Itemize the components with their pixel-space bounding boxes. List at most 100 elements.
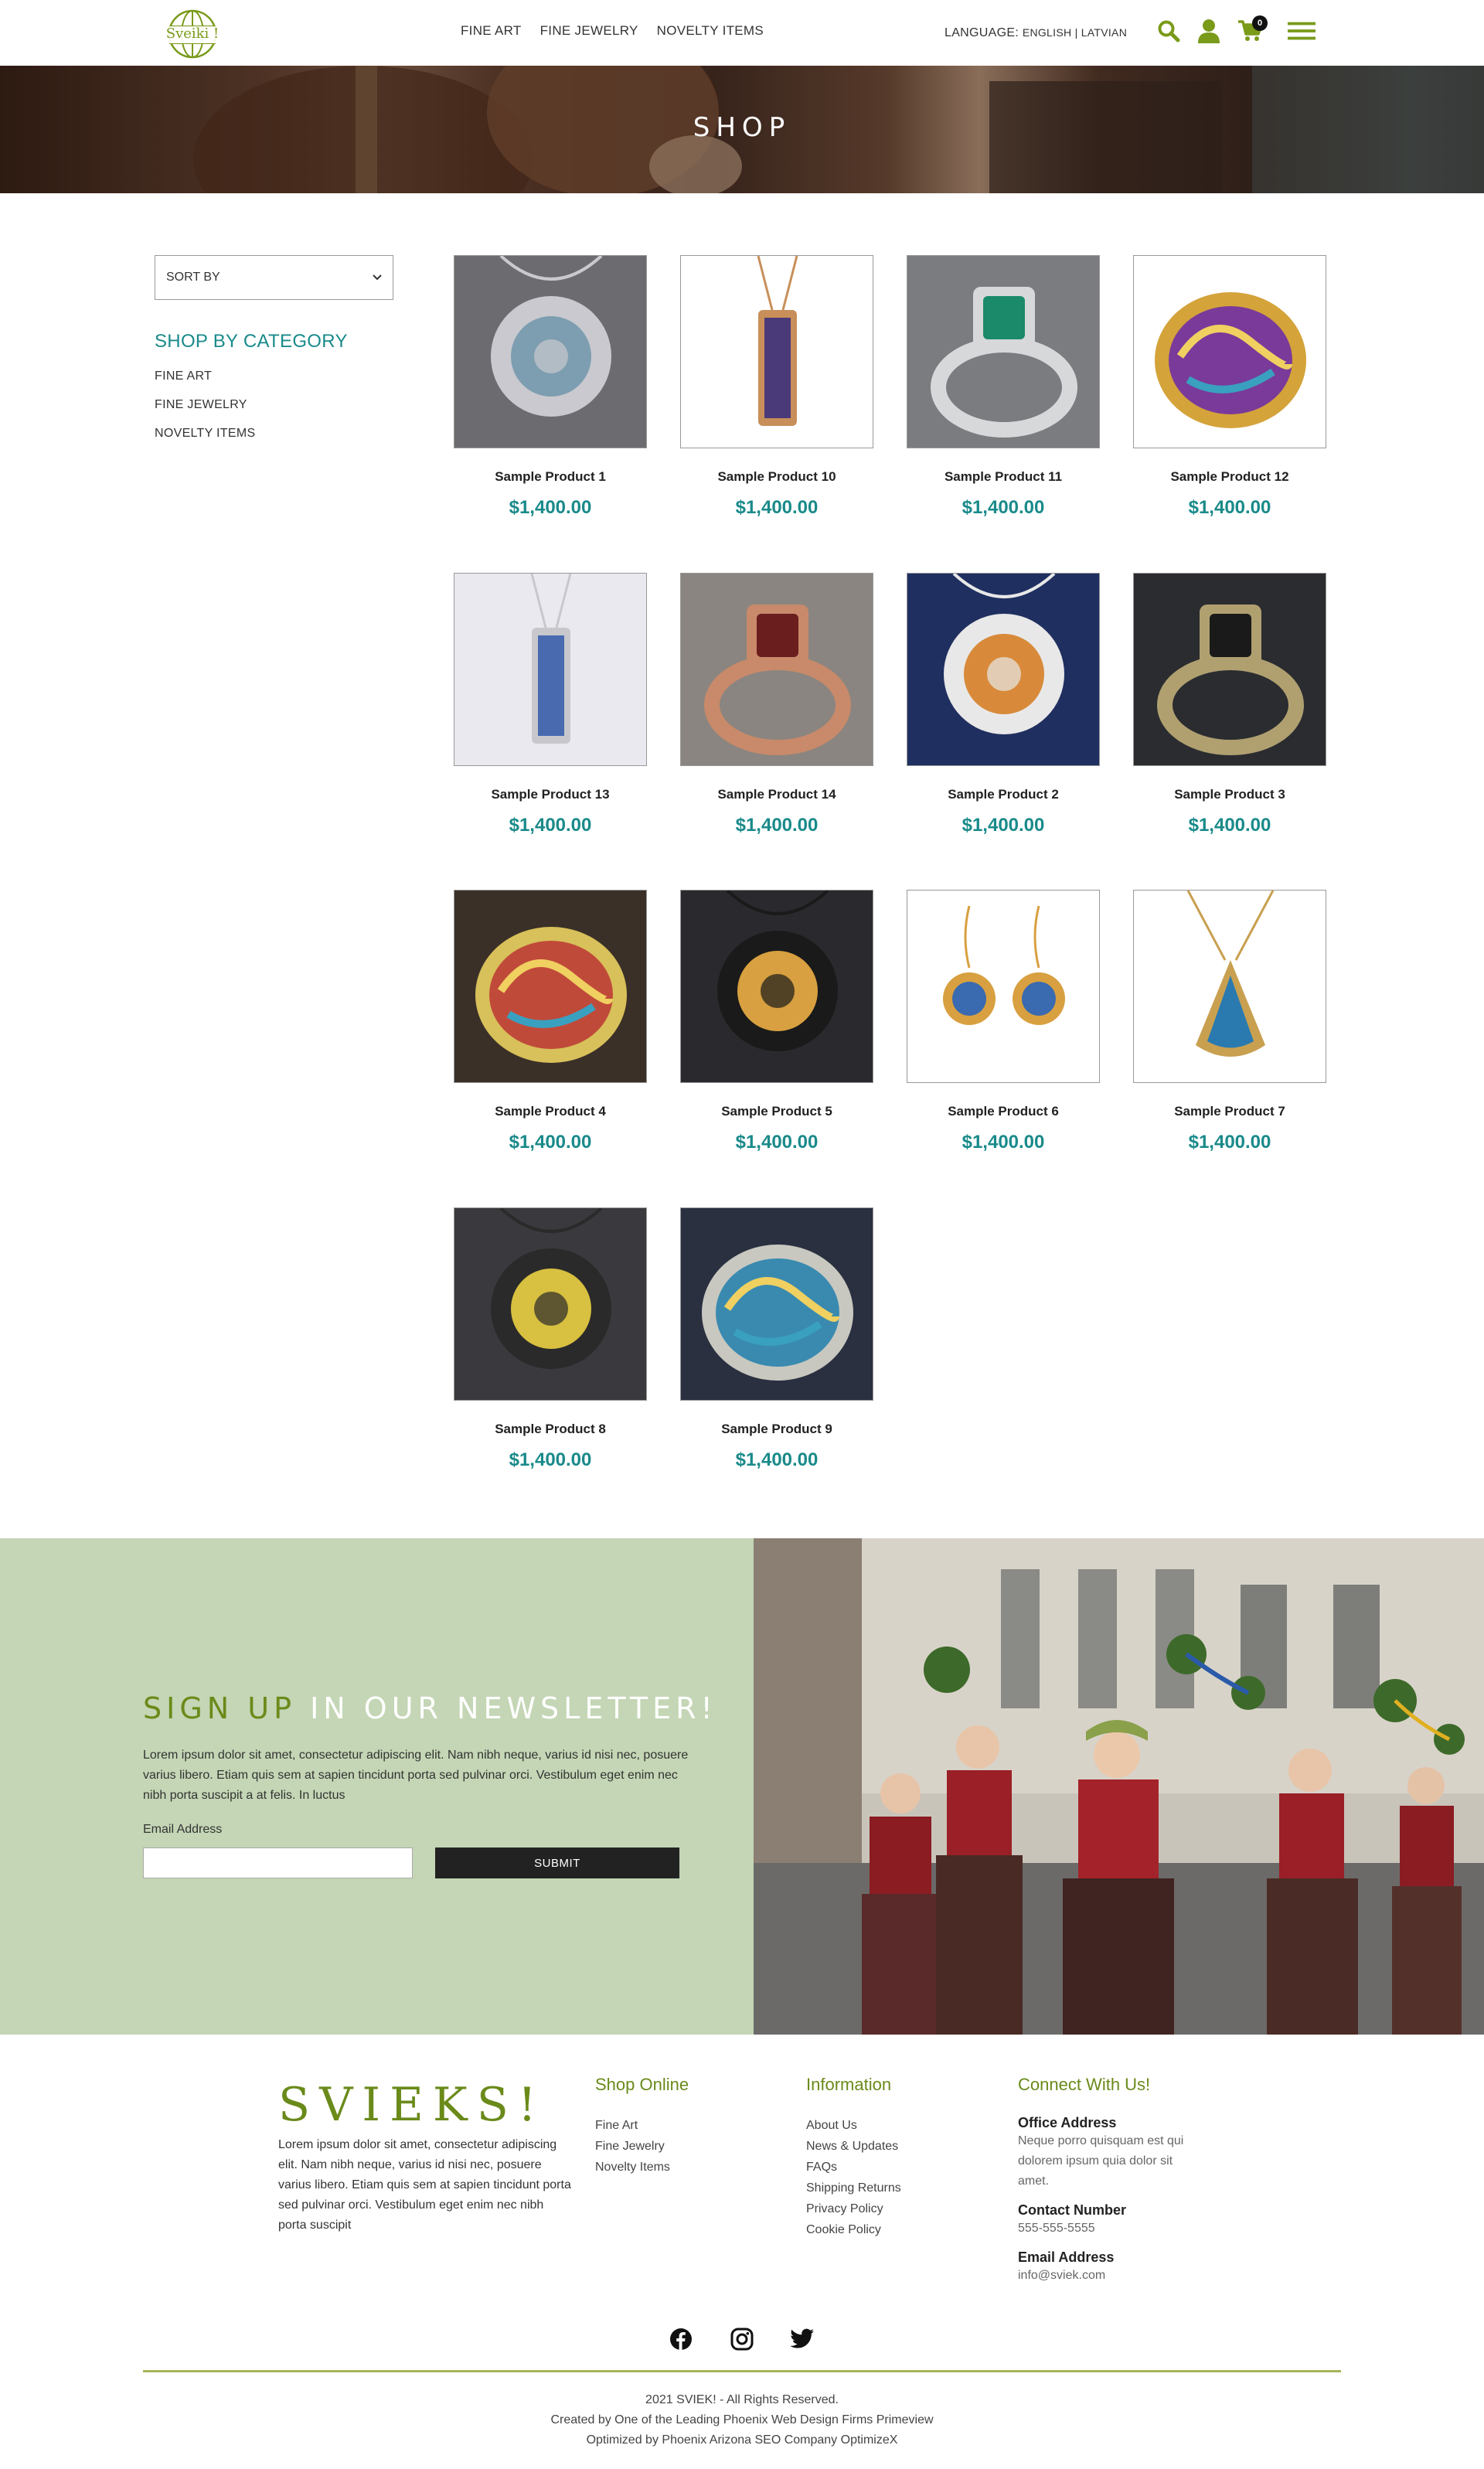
sort-by-select[interactable]: SORT BY bbox=[155, 255, 393, 300]
category-link-novelty-items[interactable]: NOVELTY ITEMS bbox=[155, 425, 255, 454]
product-image[interactable] bbox=[680, 890, 873, 1083]
product-image[interactable] bbox=[454, 255, 647, 448]
product-card[interactable]: Sample Product 7 $1,400.00 bbox=[1133, 890, 1326, 1153]
product-image[interactable] bbox=[680, 1207, 873, 1401]
footer-link-fine-art[interactable]: Fine Art bbox=[595, 2115, 689, 2136]
product-price: $1,400.00 bbox=[735, 1449, 819, 1470]
product-image[interactable] bbox=[907, 890, 1100, 1083]
twitter-link[interactable] bbox=[788, 2325, 816, 2353]
instagram-link[interactable] bbox=[728, 2325, 756, 2353]
product-photo bbox=[681, 256, 873, 448]
footer-link-fine-jewelry[interactable]: Fine Jewelry bbox=[595, 2136, 689, 2157]
footer-connect-column: Connect With Us! Office Address Neque po… bbox=[1018, 2075, 1203, 2297]
product-name[interactable]: Sample Product 4 bbox=[454, 1104, 647, 1119]
product-card[interactable]: Sample Product 10 $1,400.00 bbox=[680, 255, 873, 519]
category-link-fine-jewelry[interactable]: FINE JEWELRY bbox=[155, 397, 255, 425]
cart-button[interactable]: 0 bbox=[1237, 15, 1268, 45]
product-name[interactable]: Sample Product 14 bbox=[680, 787, 873, 802]
product-price: $1,400.00 bbox=[509, 1132, 592, 1153]
footer-link-novelty-items[interactable]: Novelty Items bbox=[595, 2157, 689, 2178]
twitter-icon bbox=[790, 2328, 814, 2348]
footer-link-cookie[interactable]: Cookie Policy bbox=[806, 2219, 901, 2240]
user-icon bbox=[1198, 19, 1220, 43]
product-image[interactable] bbox=[1133, 890, 1326, 1083]
language-switcher[interactable]: LANGUAGE: ENGLISH | LATVIAN bbox=[945, 26, 1127, 40]
product-name[interactable]: Sample Product 13 bbox=[454, 787, 647, 802]
product-image[interactable] bbox=[1133, 573, 1326, 766]
page-title: SHOP bbox=[693, 112, 791, 143]
product-image[interactable] bbox=[454, 573, 647, 766]
product-name[interactable]: Sample Product 10 bbox=[680, 469, 873, 485]
footer-link-privacy[interactable]: Privacy Policy bbox=[806, 2198, 901, 2219]
footer-link-news[interactable]: News & Updates bbox=[806, 2136, 901, 2157]
product-card[interactable]: Sample Product 4 $1,400.00 bbox=[454, 890, 647, 1153]
product-card[interactable]: Sample Product 8 $1,400.00 bbox=[454, 1207, 647, 1471]
product-card[interactable]: Sample Product 5 $1,400.00 bbox=[680, 890, 873, 1153]
product-image[interactable] bbox=[680, 255, 873, 448]
product-name[interactable]: Sample Product 8 bbox=[454, 1422, 647, 1437]
office-address-label: Office Address bbox=[1018, 2115, 1117, 2130]
product-card[interactable]: Sample Product 3 $1,400.00 bbox=[1133, 573, 1326, 836]
product-price: $1,400.00 bbox=[509, 815, 592, 836]
product-card[interactable]: Sample Product 1 $1,400.00 bbox=[454, 255, 647, 519]
account-button[interactable] bbox=[1195, 17, 1223, 45]
product-price: $1,400.00 bbox=[1188, 1132, 1271, 1153]
category-link-fine-art[interactable]: FINE ART bbox=[155, 368, 255, 397]
product-card[interactable]: Sample Product 2 $1,400.00 bbox=[907, 573, 1100, 836]
nav-fine-art[interactable]: FINE ART bbox=[461, 23, 522, 39]
copyright-text: 2021 SVIEK! - All Rights Reserved. bbox=[645, 2393, 839, 2406]
product-card[interactable]: Sample Product 6 $1,400.00 bbox=[907, 890, 1100, 1153]
search-button[interactable] bbox=[1155, 17, 1183, 45]
credit-optimizex[interactable]: Optimized by Phoenix Arizona SEO Company… bbox=[0, 2433, 1484, 2447]
product-name[interactable]: Sample Product 11 bbox=[907, 469, 1100, 485]
product-name[interactable]: Sample Product 3 bbox=[1133, 787, 1326, 802]
product-card[interactable]: Sample Product 13 $1,400.00 bbox=[454, 573, 647, 836]
product-name[interactable]: Sample Product 7 bbox=[1133, 1104, 1326, 1119]
nav-novelty-items[interactable]: NOVELTY ITEMS bbox=[657, 23, 764, 39]
contact-number-value[interactable]: 555-555-5555 bbox=[1018, 2219, 1203, 2239]
footer-shop-heading: Shop Online bbox=[595, 2075, 689, 2094]
product-image[interactable] bbox=[1133, 255, 1326, 448]
product-name[interactable]: Sample Product 12 bbox=[1133, 469, 1326, 485]
facebook-link[interactable] bbox=[667, 2325, 695, 2353]
product-card[interactable]: Sample Product 9 $1,400.00 bbox=[680, 1207, 873, 1471]
product-image[interactable] bbox=[454, 1207, 647, 1401]
product-card[interactable]: Sample Product 12 $1,400.00 bbox=[1133, 255, 1326, 519]
footer-email-label: Email Address bbox=[1018, 2249, 1115, 2265]
menu-button[interactable] bbox=[1288, 17, 1316, 45]
footer-link-about-us[interactable]: About Us bbox=[806, 2115, 901, 2136]
instagram-icon bbox=[730, 2328, 754, 2351]
credit-primeview[interactable]: Created by One of the Leading Phoenix We… bbox=[0, 2413, 1484, 2427]
product-price: $1,400.00 bbox=[962, 1132, 1045, 1153]
footer-email-value[interactable]: info@sviek.com bbox=[1018, 2266, 1203, 2286]
product-image[interactable] bbox=[907, 573, 1100, 766]
product-card[interactable]: Sample Product 14 $1,400.00 bbox=[680, 573, 873, 836]
product-name[interactable]: Sample Product 6 bbox=[907, 1104, 1100, 1119]
product-photo bbox=[681, 1208, 873, 1400]
product-photo bbox=[681, 891, 873, 1082]
footer-info-column: Information About Us News & Updates FAQs… bbox=[806, 2075, 901, 2240]
product-card[interactable]: Sample Product 11 $1,400.00 bbox=[907, 255, 1100, 519]
footer-link-shipping[interactable]: Shipping Returns bbox=[806, 2178, 901, 2198]
submit-button[interactable]: SUBMIT bbox=[435, 1847, 679, 1878]
product-photo bbox=[907, 574, 1099, 765]
footer-divider bbox=[143, 2370, 1341, 2372]
product-name[interactable]: Sample Product 5 bbox=[680, 1104, 873, 1119]
logo[interactable]: Sveiki ! bbox=[155, 3, 230, 62]
product-name[interactable]: Sample Product 1 bbox=[454, 469, 647, 485]
newsletter-title: SIGN UP IN OUR NEWSLETTER! bbox=[143, 1691, 717, 1725]
product-photo bbox=[1134, 574, 1326, 765]
product-image[interactable] bbox=[907, 255, 1100, 448]
sort-by-value: SORT BY bbox=[166, 271, 220, 284]
nav-fine-jewelry[interactable]: FINE JEWELRY bbox=[540, 23, 638, 39]
product-image[interactable] bbox=[454, 890, 647, 1083]
email-field[interactable] bbox=[143, 1847, 413, 1878]
product-name[interactable]: Sample Product 9 bbox=[680, 1422, 873, 1437]
product-name[interactable]: Sample Product 2 bbox=[907, 787, 1100, 802]
newsletter-title-signup: SIGN UP bbox=[143, 1691, 297, 1725]
footer-info-heading: Information bbox=[806, 2075, 892, 2094]
product-image[interactable] bbox=[680, 573, 873, 766]
product-photo bbox=[454, 256, 646, 448]
footer-link-faqs[interactable]: FAQs bbox=[806, 2157, 901, 2178]
language-options[interactable]: ENGLISH | LATVIAN bbox=[1023, 26, 1127, 39]
